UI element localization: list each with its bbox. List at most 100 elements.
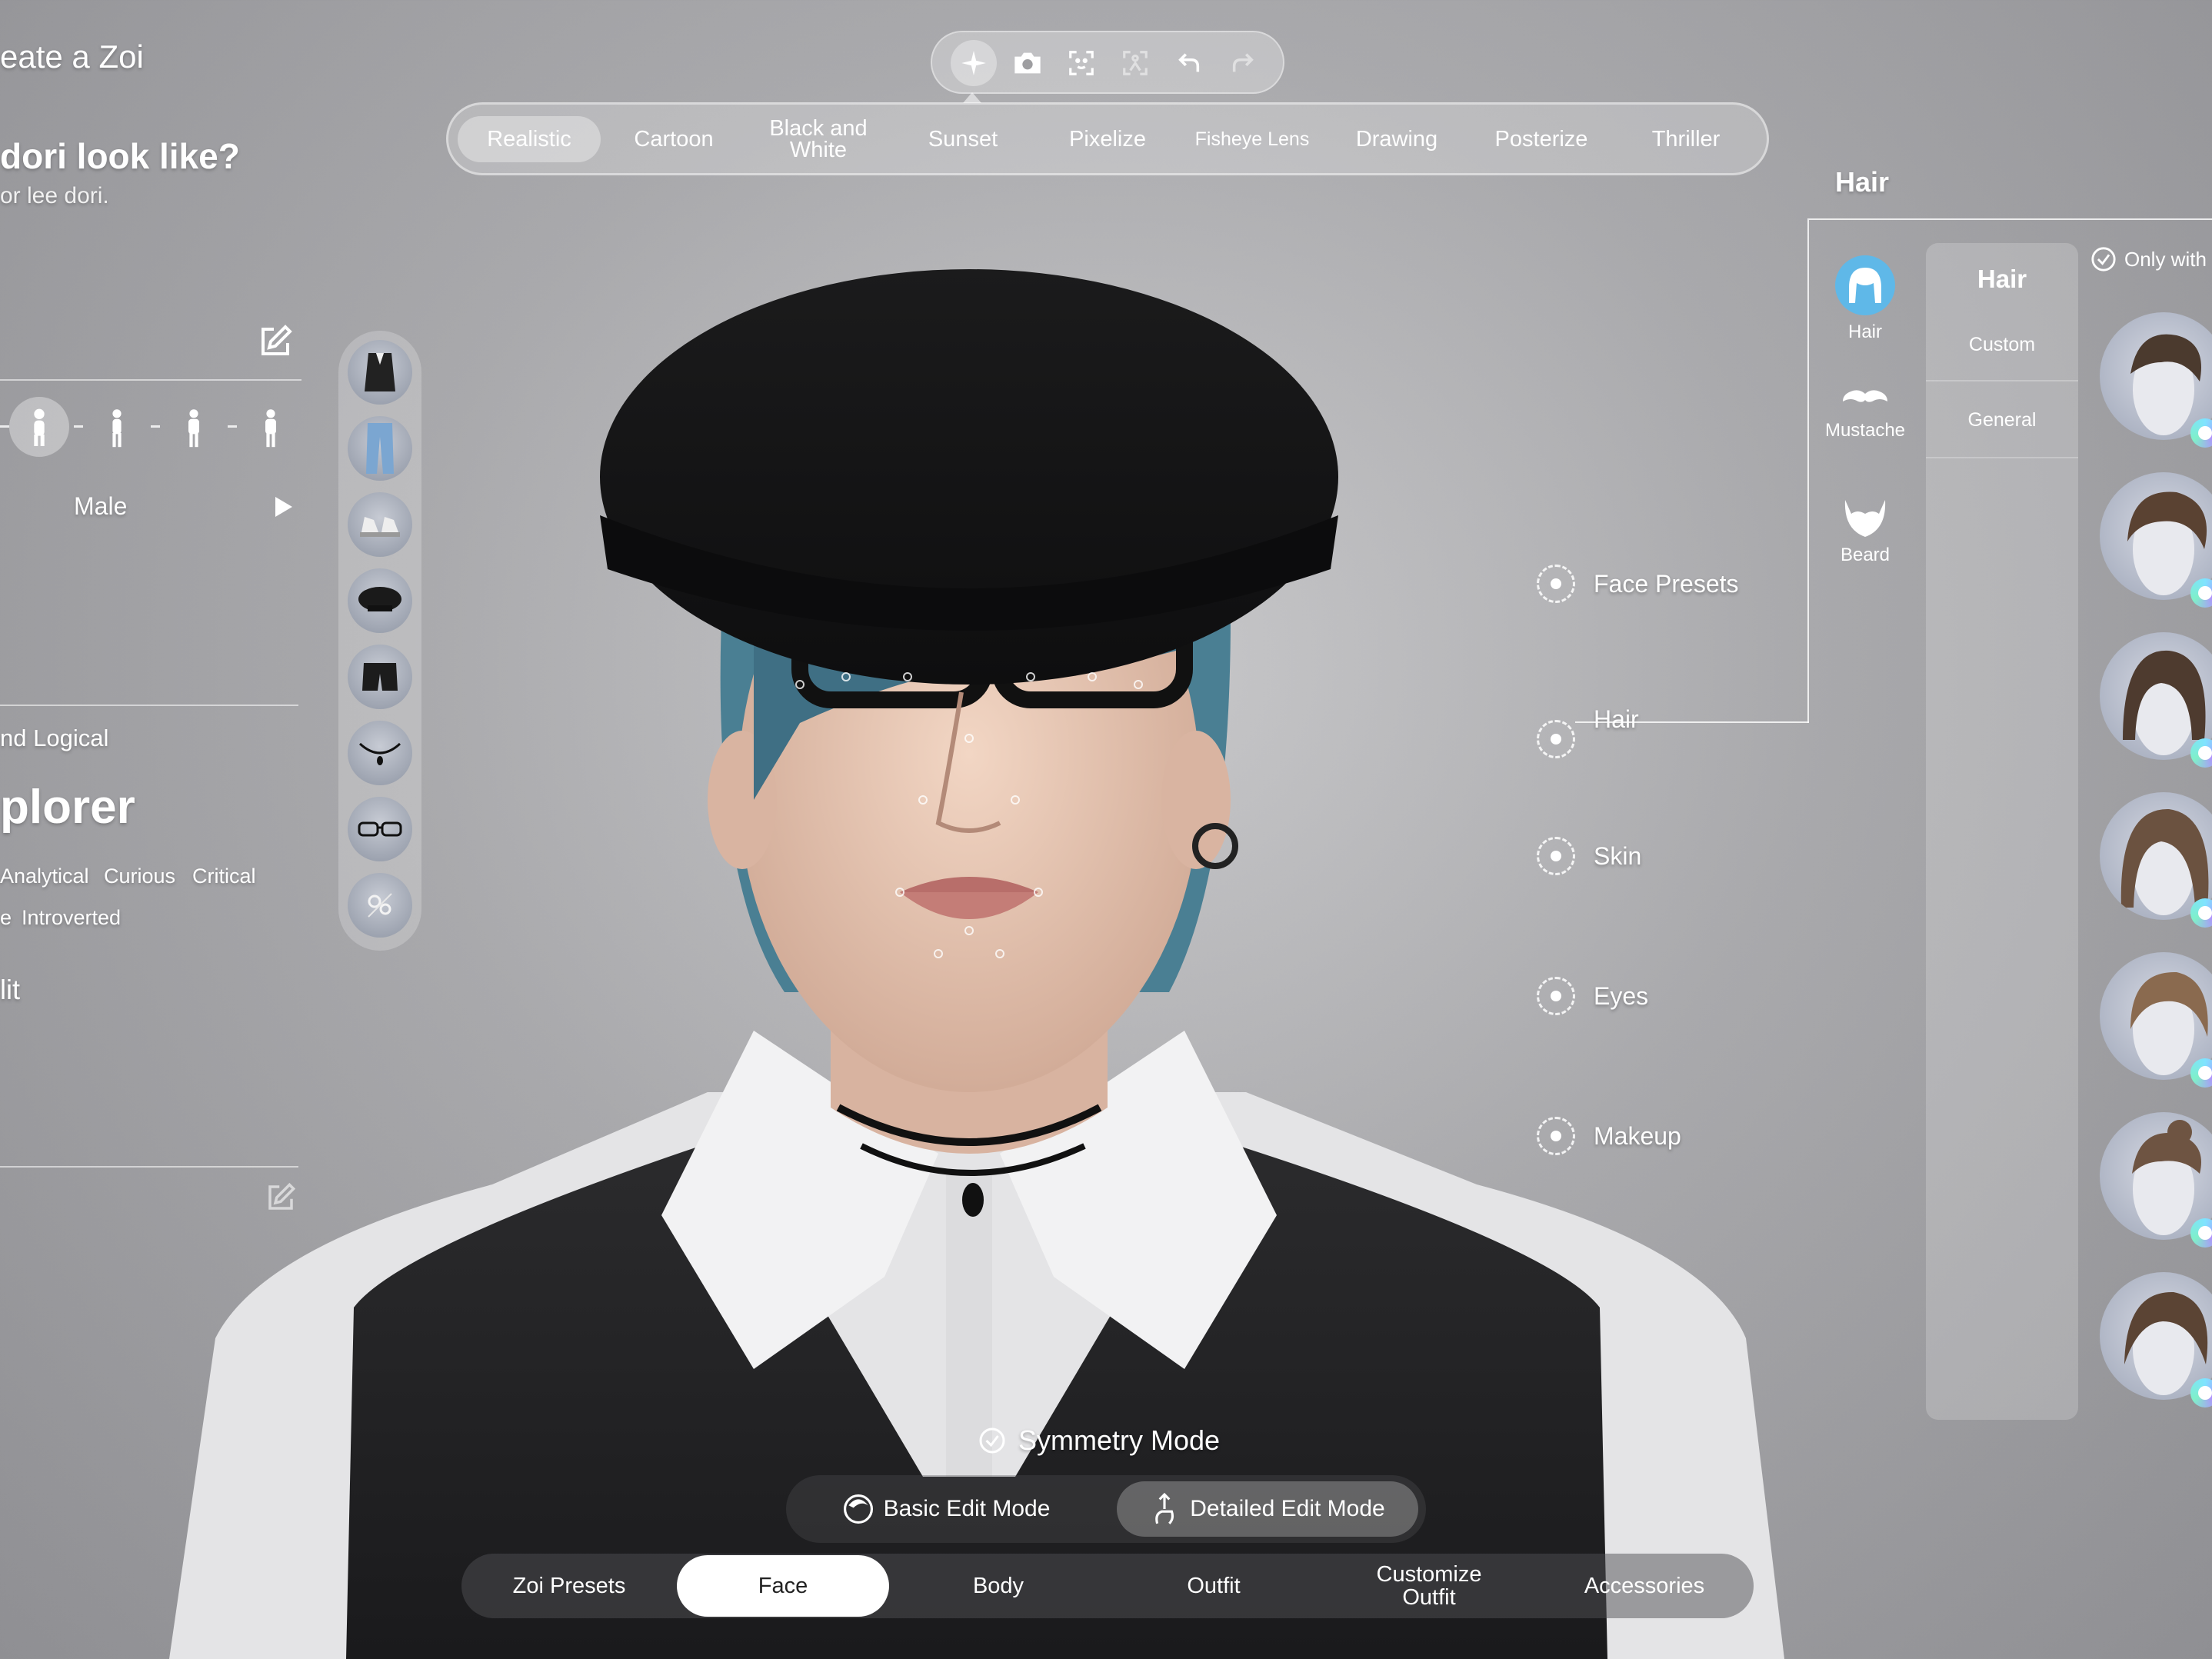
tab-customize-outfit[interactable]: Customize Outfit <box>1323 1554 1535 1618</box>
age-slider[interactable] <box>0 392 301 461</box>
hair-option[interactable] <box>2100 792 2212 920</box>
anchor-makeup[interactable]: Makeup <box>1537 1117 1681 1155</box>
anchor-face-presets[interactable]: Face Presets <box>1537 565 1739 603</box>
filter-black-and-white-label: Black and White <box>769 116 868 162</box>
filter-cartoon[interactable]: Cartoon <box>602 116 745 162</box>
main-tab-bar: Zoi Presets Face Body Outfit Customize O… <box>461 1554 1754 1618</box>
category-hair[interactable]: Hair <box>1809 255 1921 343</box>
hair-option[interactable] <box>2100 1272 2212 1400</box>
hair-option[interactable] <box>2100 632 2212 760</box>
divider <box>0 705 298 706</box>
subcategory-custom[interactable]: Custom <box>1926 329 2078 360</box>
detailed-edit-mode-label: Detailed Edit Mode <box>1190 1496 1385 1521</box>
gender-label: Male <box>74 492 128 520</box>
trait-partial: e <box>0 906 12 929</box>
shorts-icon <box>362 663 398 691</box>
anchor-label: Skin <box>1594 841 1642 870</box>
shoes-thumbnail[interactable] <box>348 492 412 557</box>
trait-introverted: Introverted <box>22 906 122 929</box>
hair-option[interactable] <box>2100 952 2212 1080</box>
basic-edit-mode-button[interactable]: Basic Edit Mode <box>792 1481 1101 1537</box>
age-dash <box>228 425 237 428</box>
face-scan-icon <box>1069 51 1094 75</box>
anchor-label: Eyes <box>1594 981 1649 1010</box>
hair-preview <box>2127 491 2207 595</box>
age-step-adult[interactable] <box>95 403 138 452</box>
edit-bio-button[interactable] <box>265 1181 297 1214</box>
glasses-thumbnail[interactable] <box>348 797 412 861</box>
filter-thriller[interactable]: Thriller <box>1614 116 1757 162</box>
age-step-elder[interactable] <box>249 403 292 452</box>
beret-thumbnail[interactable] <box>348 568 412 633</box>
category-mustache[interactable]: Mustache <box>1809 386 1921 441</box>
filter-fisheye-lens[interactable]: Fisheye Lens <box>1181 116 1324 162</box>
symmetry-mode-toggle[interactable]: Symmetry Mode <box>978 1424 1220 1457</box>
hair-color-badge <box>2190 738 2212 768</box>
body-focus-button[interactable] <box>1112 40 1158 86</box>
age-step-young-adult[interactable] <box>9 397 69 457</box>
mustache-icon <box>1843 390 1887 402</box>
filter-black-and-white[interactable]: Black and White <box>747 116 890 162</box>
shorts-thumbnail[interactable] <box>348 645 412 709</box>
age-dash <box>0 425 9 428</box>
anchor-hair[interactable]: Hair <box>1537 680 1639 758</box>
necklace-thumbnail[interactable] <box>348 721 412 785</box>
hair-preview <box>2130 334 2201 435</box>
filter-realistic[interactable]: Realistic <box>458 116 601 162</box>
tab-accessories[interactable]: Accessories <box>1538 1554 1751 1618</box>
appearance-question: dori look like? <box>0 136 240 176</box>
person-icon <box>188 409 199 448</box>
edit-profile-button[interactable] <box>257 323 294 360</box>
ai-effects-button[interactable] <box>951 40 997 86</box>
face-focus-button[interactable] <box>1058 40 1104 86</box>
gender-next-button[interactable] <box>274 495 297 518</box>
hair-connector-line <box>1575 721 1809 723</box>
hair-color-badge <box>2190 418 2212 448</box>
trait-critical: Critical <box>192 864 256 888</box>
hair-option[interactable] <box>2100 1112 2212 1240</box>
detailed-edit-mode-button[interactable]: Detailed Edit Mode <box>1117 1481 1418 1537</box>
filter-pixelize[interactable]: Pixelize <box>1036 116 1179 162</box>
age-step-middle-age[interactable] <box>172 403 215 452</box>
sparkle-icon <box>961 51 986 75</box>
tab-zoi-presets[interactable]: Zoi Presets <box>463 1554 675 1618</box>
hair-subcategory-panel: Hair Custom General <box>1926 243 2078 1420</box>
hair-option[interactable] <box>2100 312 2212 440</box>
divider <box>0 1166 298 1168</box>
jeans-thumbnail[interactable] <box>348 416 412 481</box>
filter-posterize[interactable]: Posterize <box>1470 116 1613 162</box>
hair-color-badge <box>2190 578 2212 608</box>
filter-drawing[interactable]: Drawing <box>1325 116 1468 162</box>
anchor-eyes[interactable]: Eyes <box>1537 977 1648 1015</box>
tab-outfit[interactable]: Outfit <box>1108 1554 1320 1618</box>
earrings-thumbnail[interactable] <box>348 873 412 938</box>
hair-preview <box>2120 808 2209 915</box>
anchor-skin[interactable]: Skin <box>1537 837 1641 875</box>
filter-bar: Realistic Cartoon Black and White Sunset… <box>446 102 1769 175</box>
check-circle-icon <box>979 1427 1005 1454</box>
anchor-dot <box>1537 837 1575 875</box>
divider <box>1926 457 2078 458</box>
necklace-icon <box>358 742 401 765</box>
filter-sunset[interactable]: Sunset <box>891 116 1034 162</box>
hair-color-badge <box>2190 898 2212 928</box>
beard-icon <box>1844 500 1886 537</box>
hair-option[interactable] <box>2100 472 2212 600</box>
tab-body[interactable]: Body <box>892 1554 1104 1618</box>
trait-curious: Curious <box>104 864 176 888</box>
vest-thumbnail[interactable] <box>348 340 412 405</box>
undo-button[interactable] <box>1166 40 1212 86</box>
anchor-label: Hair <box>1594 705 1639 733</box>
tab-face[interactable]: Face <box>677 1555 889 1617</box>
category-beard[interactable]: Beard <box>1809 498 1921 566</box>
subcategory-general[interactable]: General <box>1926 405 2078 435</box>
appearance-subtitle: or lee dori. <box>0 183 109 208</box>
divider <box>1926 380 2078 381</box>
category-hair-label: Hair <box>1847 321 1882 342</box>
screenshot-button[interactable] <box>1004 40 1051 86</box>
hair-connector-line <box>1807 218 2212 220</box>
camera-icon <box>1014 52 1041 74</box>
redo-button[interactable] <box>1220 40 1266 86</box>
edit-icon <box>262 325 292 355</box>
only-with-filter[interactable]: Only with <box>2090 246 2207 272</box>
